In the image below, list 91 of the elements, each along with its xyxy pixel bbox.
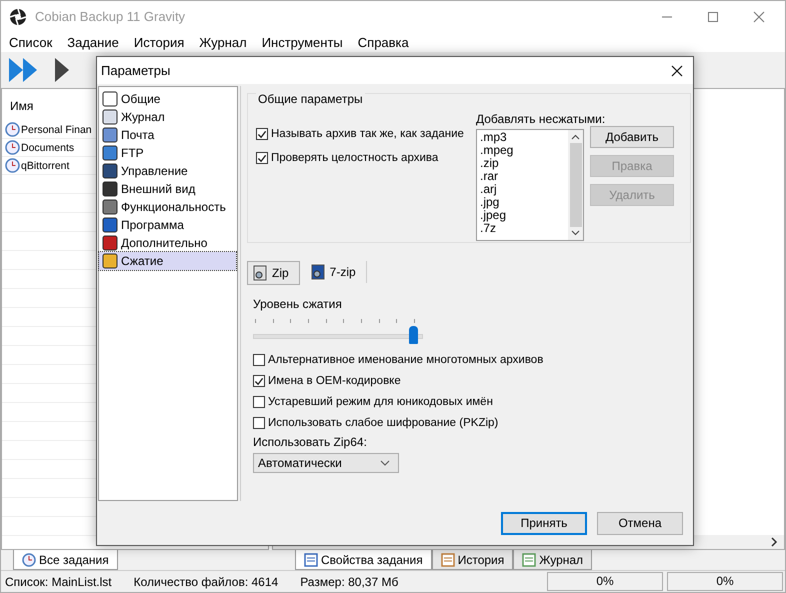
- group-title: Общие параметры: [256, 92, 365, 106]
- format-tab[interactable]: Zip: [247, 261, 300, 285]
- chevron-right-icon[interactable]: [770, 537, 778, 547]
- menu-item[interactable]: Справка: [358, 34, 409, 50]
- document-icon: [522, 552, 536, 566]
- category-item[interactable]: Управление: [99, 162, 236, 180]
- bottom-tab[interactable]: Свойства задания: [295, 550, 432, 570]
- checkbox-option[interactable]: Называть архив так же, как задание: [256, 128, 470, 140]
- bottom-tab[interactable]: Журнал: [513, 550, 592, 570]
- category-item[interactable]: Внешний вид: [99, 180, 236, 198]
- category-item[interactable]: Журнал: [99, 108, 236, 126]
- clock-icon: [5, 140, 20, 155]
- extension-item[interactable]: .jpeg: [480, 209, 565, 222]
- checkbox-option[interactable]: Проверять целостность архива: [256, 152, 470, 164]
- all-tasks-tab[interactable]: Все задания: [13, 550, 118, 570]
- category-icon: [102, 235, 118, 251]
- category-icon: [102, 181, 118, 197]
- task-name[interactable]: qBittorrent: [21, 160, 70, 172]
- column-header[interactable]: Имя: [2, 97, 42, 121]
- extension-item[interactable]: .mpeg: [480, 144, 565, 157]
- extension-item[interactable]: .7z: [480, 222, 565, 235]
- clock-icon: [22, 552, 36, 566]
- category-icon: [102, 199, 118, 215]
- aperture-icon: [9, 8, 27, 26]
- checkbox-option[interactable]: Устаревший режим для юникодовых имён: [253, 396, 493, 408]
- checkbox-option[interactable]: Использовать слабое шифрование (PKZip): [253, 417, 498, 429]
- window-title: Cobian Backup 11 Gravity: [35, 9, 186, 24]
- extension-item[interactable]: .zip: [480, 157, 565, 170]
- category-icon: [102, 127, 118, 143]
- field-label: Использовать Zip64:: [253, 435, 367, 449]
- compression-slider[interactable]: [253, 317, 425, 345]
- progress-panel: 0%: [667, 572, 783, 591]
- zip64-dropdown[interactable]: Автоматически: [253, 453, 399, 473]
- format-tab[interactable]: 7-zip: [306, 261, 367, 283]
- category-icon: [102, 109, 118, 125]
- status-text: Размер: 80,37 Мб: [300, 574, 398, 588]
- menu-item[interactable]: Инструменты: [262, 34, 343, 50]
- checkbox[interactable]: [256, 128, 268, 140]
- checkbox-option[interactable]: Имена в OEM-кодировке: [253, 375, 401, 387]
- maximize-icon[interactable]: [707, 10, 719, 22]
- task-name[interactable]: Personal Finan: [21, 124, 92, 136]
- status-text: Количество файлов: 4614: [134, 574, 278, 588]
- chevron-down-icon: [380, 460, 390, 466]
- extension-item[interactable]: .jpg: [480, 196, 565, 209]
- checkbox-option[interactable]: Альтернативное именование многотомных архивов: [253, 354, 544, 366]
- category-item[interactable]: FTP: [99, 144, 236, 162]
- category-item[interactable]: Программа: [99, 216, 236, 234]
- play-icon[interactable]: [53, 56, 71, 84]
- menu-item[interactable]: Задание: [67, 34, 119, 50]
- dialog-button[interactable]: Отмена: [597, 512, 683, 534]
- category-icon: [102, 163, 118, 179]
- action-button[interactable]: Добавить: [590, 126, 674, 148]
- close-icon[interactable]: [671, 64, 683, 76]
- menu-item[interactable]: Список: [9, 34, 52, 50]
- checkbox[interactable]: [253, 354, 265, 366]
- checkbox[interactable]: [253, 375, 265, 387]
- category-icon: [102, 217, 118, 233]
- bottom-tab[interactable]: История: [432, 550, 514, 570]
- category-item[interactable]: Функциональность: [99, 198, 236, 216]
- task-name[interactable]: Documents: [21, 142, 74, 154]
- extension-item[interactable]: .arj: [480, 183, 565, 196]
- checkbox[interactable]: [256, 152, 268, 164]
- status-text: Список: MainList.lst: [5, 574, 112, 588]
- category-icon: [102, 145, 118, 161]
- checkbox[interactable]: [253, 417, 265, 429]
- category-icon: [102, 253, 118, 269]
- document-icon: [304, 552, 318, 566]
- dialog-title: Параметры: [101, 63, 170, 78]
- extension-list[interactable]: .mp3 .mpeg .zip .rar .arj .jpg .jpeg .7z: [476, 129, 584, 241]
- slider-label: Уровень сжатия: [253, 297, 342, 311]
- slider-thumb[interactable]: [409, 326, 418, 344]
- field-label: Добавлять несжатыми:: [476, 112, 606, 126]
- category-item[interactable]: Сжатие: [99, 252, 236, 270]
- menu-item[interactable]: История: [134, 34, 184, 50]
- extension-item[interactable]: .rar: [480, 170, 565, 183]
- category-item[interactable]: Дополнительно: [99, 234, 236, 252]
- chevron-down-icon[interactable]: [571, 230, 580, 236]
- category-item[interactable]: Общие: [99, 90, 236, 108]
- document-icon: [440, 552, 455, 566]
- checkbox[interactable]: [253, 396, 265, 408]
- category-icon: [102, 91, 118, 107]
- menu-item[interactable]: Журнал: [199, 34, 247, 50]
- category-item[interactable]: Почта: [99, 126, 236, 144]
- dialog-button[interactable]: Принять: [501, 512, 587, 534]
- progress-panel: 0%: [547, 572, 663, 591]
- extension-item[interactable]: .mp3: [480, 131, 565, 144]
- clock-icon: [5, 158, 20, 173]
- chevron-up-icon[interactable]: [571, 134, 580, 140]
- vertical-scrollbar[interactable]: [568, 130, 583, 240]
- run-all-icon[interactable]: [7, 56, 39, 84]
- clock-icon: [5, 122, 20, 137]
